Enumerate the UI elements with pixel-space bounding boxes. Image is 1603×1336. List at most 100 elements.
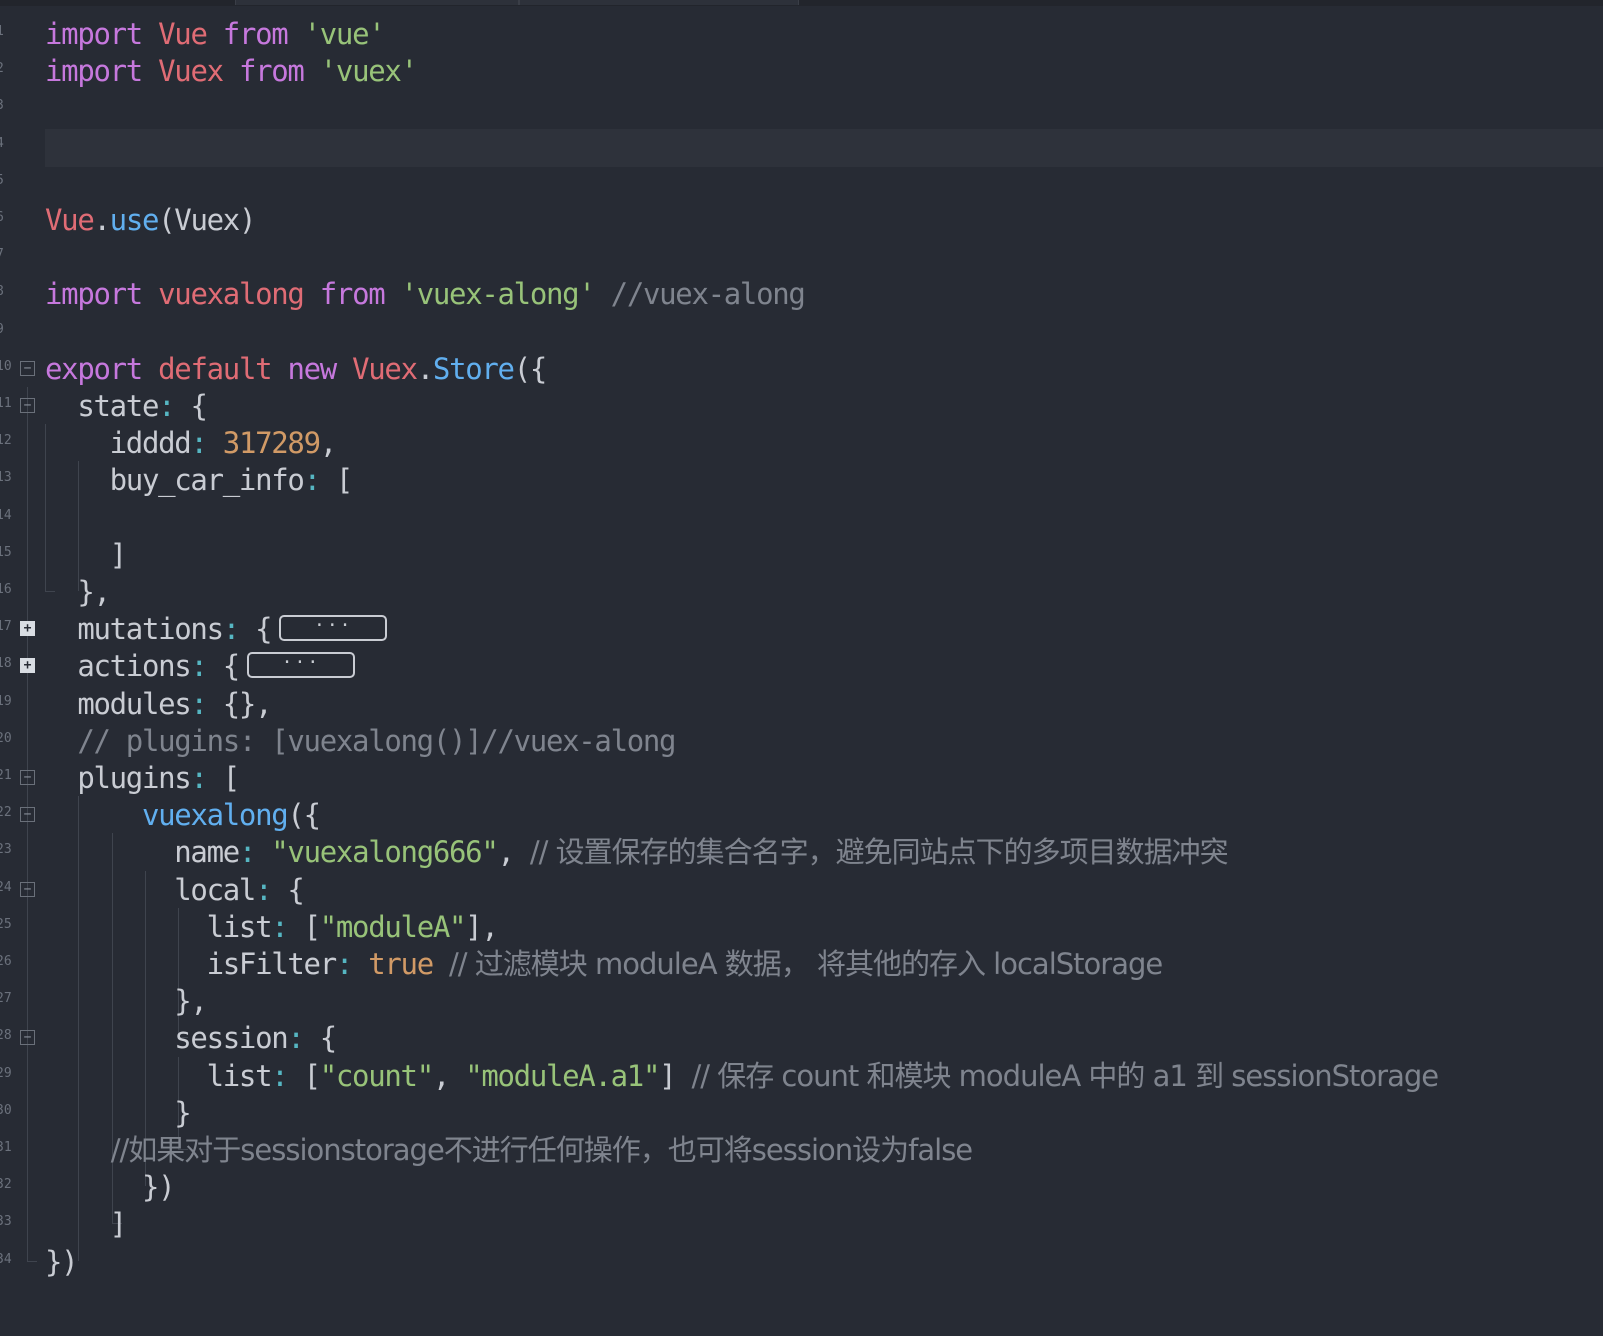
code-line[interactable]: 16 }, <box>0 573 1603 611</box>
code-token: // 保存 count 和模块 moduleA 中的 a1 到 sessionS… <box>691 1058 1439 1093</box>
fold-collapse-icon[interactable]: − <box>20 770 35 785</box>
code-line[interactable]: 27 }, <box>0 982 1603 1020</box>
code-text: mutations: {··· <box>45 611 388 647</box>
line-number: 31 <box>0 1140 12 1155</box>
code-token: ] <box>659 1058 692 1093</box>
code-line[interactable]: 9 <box>0 313 1603 351</box>
code-line[interactable]: 2 import Vuex from 'vuex' <box>0 52 1603 90</box>
code-text: export default new Vuex.Store({ <box>45 351 547 387</box>
code-text: name: "vuexalong666", // 设置保存的集合名字，避免同站点… <box>45 834 1228 870</box>
code-token: ({ <box>287 798 321 833</box>
code-line[interactable]: 8 import vuexalong from 'vuex-along' //vu… <box>0 275 1603 313</box>
fold-collapse-icon[interactable]: − <box>20 360 35 376</box>
line-number: 20 <box>0 730 12 746</box>
code-line[interactable]: 29 list: ["count", "moduleA.a1"] // 保存 c… <box>0 1057 1603 1095</box>
code-token: [ <box>319 463 353 498</box>
code-line[interactable]: 10−export default new Vuex.Store({ <box>0 350 1603 388</box>
code-token: { <box>206 649 240 684</box>
code-line[interactable]: 25 list: ["moduleA"], <box>0 908 1603 946</box>
line-number: 18 <box>0 656 12 672</box>
code-line[interactable]: 13 buy_car_info: [ <box>0 461 1603 499</box>
code-token: : <box>190 426 207 461</box>
code-line[interactable]: 6 Vue.use(Vuex) <box>0 201 1603 239</box>
code-token: {}, <box>206 686 273 721</box>
code-line[interactable]: 26 isFilter: true // 过滤模块 moduleA 数据， 将其… <box>0 945 1603 983</box>
code-token: [ <box>206 761 240 795</box>
fold-collapse-icon[interactable]: − <box>20 807 35 823</box>
code-line[interactable]: 34}) <box>0 1243 1603 1281</box>
code-token: : <box>287 1021 304 1056</box>
fold-collapse-icon[interactable]: − <box>20 1030 35 1046</box>
code-line[interactable]: 23 name: "vuexalong666", // 设置保存的集合名字，避免… <box>0 833 1603 871</box>
line-number: 22 <box>0 805 12 821</box>
fold-expand-icon[interactable]: + <box>20 621 35 637</box>
code-line[interactable]: 5 <box>0 164 1603 202</box>
code-token: , <box>497 835 530 870</box>
code-token: ] <box>45 1207 127 1242</box>
code-line[interactable]: 11− state: { <box>0 387 1603 425</box>
code-token: : <box>190 686 207 721</box>
code-token: (Vuex) <box>158 203 256 237</box>
line-number: 14 <box>0 507 12 523</box>
fold-collapse-icon[interactable]: − <box>20 881 35 897</box>
code-line[interactable]: 19 modules: {}, <box>0 685 1603 723</box>
line-number: 30 <box>0 1102 12 1118</box>
code-line[interactable]: 28− session: { <box>0 1019 1603 1057</box>
tab-2[interactable] <box>519 0 799 5</box>
code-text: list: ["count", "moduleA.a1"] // 保存 coun… <box>45 1058 1440 1094</box>
line-number: 27 <box>0 991 12 1007</box>
code-line[interactable]: 14 <box>0 499 1603 537</box>
line-number: 21 <box>0 768 12 783</box>
code-line[interactable]: 4 <box>0 127 1603 165</box>
code-line[interactable]: 7 <box>0 238 1603 276</box>
code-line[interactable]: 21− plugins: [ <box>0 759 1603 797</box>
fold-collapse-icon[interactable]: − <box>20 398 35 413</box>
code-token: : <box>190 761 207 795</box>
code-line[interactable]: 22− vuexalong({ <box>0 796 1603 834</box>
code-line[interactable]: 20 // plugins: [vuexalong()]//vuex-along <box>0 722 1603 760</box>
code-line[interactable]: 31 //如果对于sessionstorage不进行任何操作，也可将sessio… <box>0 1131 1603 1169</box>
code-text: plugins: [ <box>45 760 240 796</box>
code-line[interactable]: 33 ] <box>0 1205 1603 1243</box>
code-token: { <box>174 389 207 423</box>
code-token: export <box>45 351 143 386</box>
code-text: local: { <box>45 872 305 908</box>
code-token: : <box>303 463 321 498</box>
code-token: modules <box>45 686 191 721</box>
code-line[interactable]: 32 }) <box>0 1168 1603 1206</box>
folded-region-ellipsis[interactable]: ··· <box>246 652 355 679</box>
code-text: } <box>45 1095 191 1131</box>
code-token: } <box>45 1095 191 1130</box>
code-token: // plugins: [vuexalong()]//vuex-along <box>45 723 676 758</box>
code-token: name <box>45 835 240 870</box>
code-line[interactable]: 24− local: { <box>0 871 1603 909</box>
code-editor[interactable]: 1 import Vue from 'vue' 2 import Vuex from … <box>0 0 1603 1336</box>
code-line[interactable]: 17 + mutations: {··· <box>0 610 1603 648</box>
line-number: 8 <box>0 284 8 299</box>
code-token: session <box>45 1021 288 1056</box>
fold-expand-icon[interactable]: + <box>20 658 35 674</box>
code-text: isFilter: true // 过滤模块 moduleA 数据， 将其他的存… <box>45 946 1164 982</box>
code-line[interactable]: 12 idddd: 317289, <box>0 424 1603 462</box>
code-line[interactable]: 15 ] <box>0 536 1603 574</box>
folded-region-ellipsis[interactable]: ··· <box>279 615 388 642</box>
code-line[interactable]: 3 <box>0 89 1603 127</box>
code-line[interactable]: 18 + actions: {··· <box>0 647 1603 685</box>
line-number: 13 <box>0 470 12 486</box>
code-text: vuexalong({ <box>45 797 321 833</box>
code-text: import Vuex from 'vuex' <box>45 53 418 89</box>
code-line[interactable]: 1 import Vue from 'vue' <box>0 15 1603 53</box>
line-number: 16 <box>0 582 12 597</box>
code-token: "count" <box>319 1058 434 1093</box>
code-line[interactable]: 30 } <box>0 1094 1603 1132</box>
tab-1[interactable] <box>235 0 519 5</box>
code-token: ] <box>45 537 127 572</box>
